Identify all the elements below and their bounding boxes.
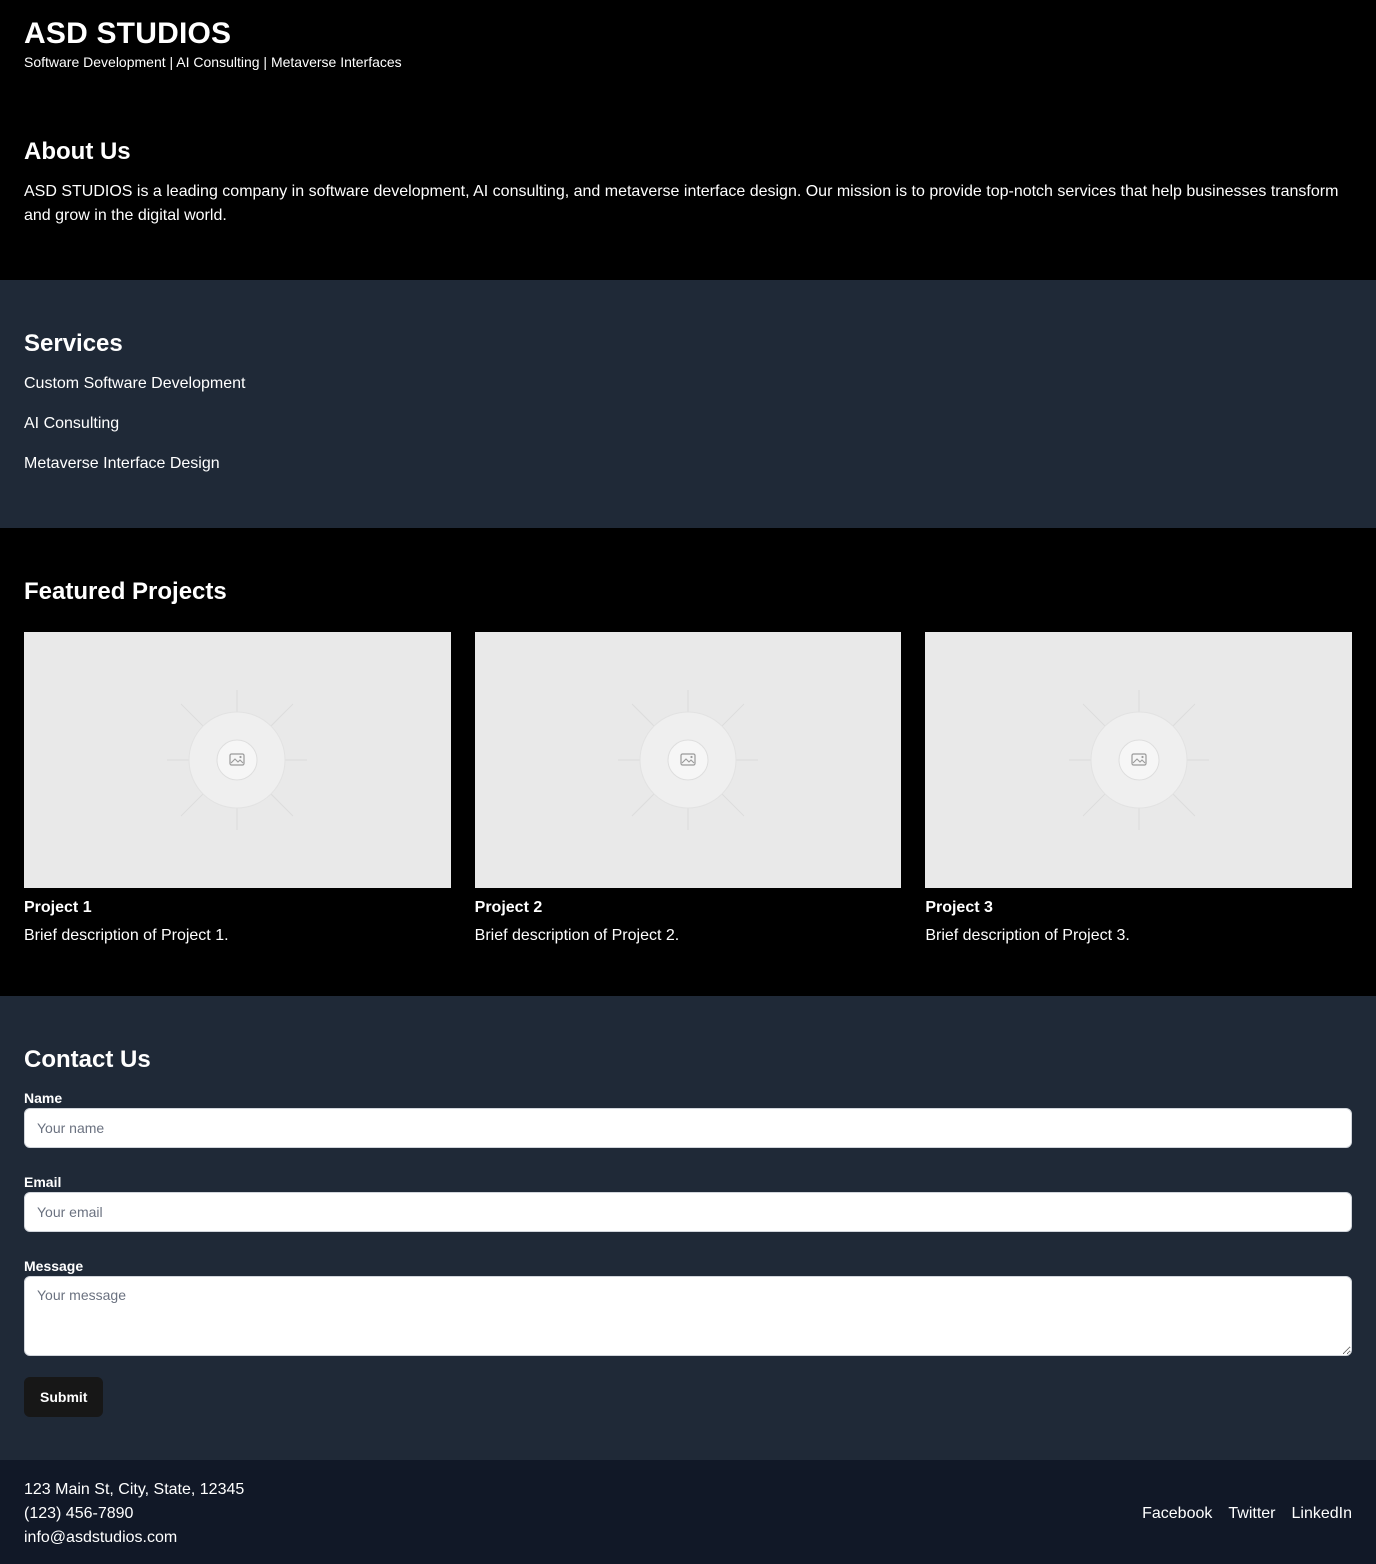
project-title: Project 1	[24, 899, 92, 916]
project-description: Brief description of Project 1.	[24, 927, 229, 944]
services-heading: Services	[24, 330, 123, 357]
footer-address: 123 Main St, City, State, 12345	[24, 1481, 245, 1498]
footer-social-links: Facebook Twitter LinkedIn	[1142, 1502, 1352, 1526]
project-card: Project 2 Brief description of Project 2…	[474, 632, 902, 948]
project-title: Project 2	[474, 899, 543, 916]
about-text: ASD STUDIOS is a leading company in soft…	[24, 183, 1339, 224]
message-field-group: Message	[24, 1256, 1352, 1361]
projects-heading: Featured Projects	[24, 578, 227, 605]
name-label: Name	[24, 1090, 63, 1106]
services-list: Custom Software Development AI Consultin…	[24, 372, 1352, 476]
brand-tagline: Software Development | AI Consulting | M…	[24, 54, 402, 70]
project-title: Project 3	[925, 899, 993, 916]
linkedin-link[interactable]: LinkedIn	[1292, 1502, 1353, 1526]
project-description: Brief description of Project 3.	[925, 927, 1130, 944]
project-image	[925, 632, 1352, 888]
email-label: Email	[24, 1174, 62, 1190]
contact-heading: Contact Us	[24, 1046, 151, 1073]
project-card: Project 1 Brief description of Project 1…	[24, 632, 451, 948]
facebook-link[interactable]: Facebook	[1142, 1502, 1212, 1526]
brand-title: ASD STUDIOS	[24, 17, 232, 50]
footer-contact-info: 123 Main St, City, State, 12345 (123) 45…	[24, 1478, 244, 1550]
project-image	[474, 632, 902, 888]
name-field-group: Name	[24, 1088, 1352, 1148]
image-placeholder-icon	[617, 690, 758, 830]
name-input[interactable]	[24, 1108, 1352, 1148]
footer-phone: (123) 456-7890	[24, 1505, 134, 1522]
message-label: Message	[24, 1258, 84, 1274]
image-placeholder-icon	[1068, 690, 1209, 830]
submit-button[interactable]: Submit	[24, 1377, 104, 1417]
project-image	[24, 632, 451, 888]
email-input[interactable]	[24, 1192, 1352, 1232]
service-item: Custom Software Development	[24, 375, 246, 392]
email-field-group: Email	[24, 1172, 1352, 1232]
services-section: Services Custom Software Development AI …	[0, 280, 1376, 528]
twitter-link[interactable]: Twitter	[1228, 1502, 1275, 1526]
projects-grid: Project 1 Brief description of Project 1…	[24, 632, 1352, 948]
site-header: ASD STUDIOS Software Development | AI Co…	[0, 0, 1376, 80]
project-card: Project 3 Brief description of Project 3…	[925, 632, 1352, 948]
footer-email: info@asdstudios.com	[24, 1529, 178, 1546]
message-textarea[interactable]	[24, 1276, 1352, 1356]
about-section: About Us ASD STUDIOS is a leading compan…	[0, 80, 1376, 280]
service-item: AI Consulting	[24, 415, 120, 432]
project-description: Brief description of Project 2.	[474, 927, 680, 944]
contact-form: Name Email Message Submit	[24, 1088, 1352, 1417]
image-placeholder-icon	[167, 690, 308, 830]
about-heading: About Us	[24, 138, 131, 165]
contact-section: Contact Us Name Email Message Submit	[0, 996, 1376, 1460]
service-item: Metaverse Interface Design	[24, 455, 220, 472]
projects-section: Featured Projects Project 1 Brief descri…	[0, 528, 1376, 996]
site-footer: 123 Main St, City, State, 12345 (123) 45…	[0, 1460, 1376, 1564]
